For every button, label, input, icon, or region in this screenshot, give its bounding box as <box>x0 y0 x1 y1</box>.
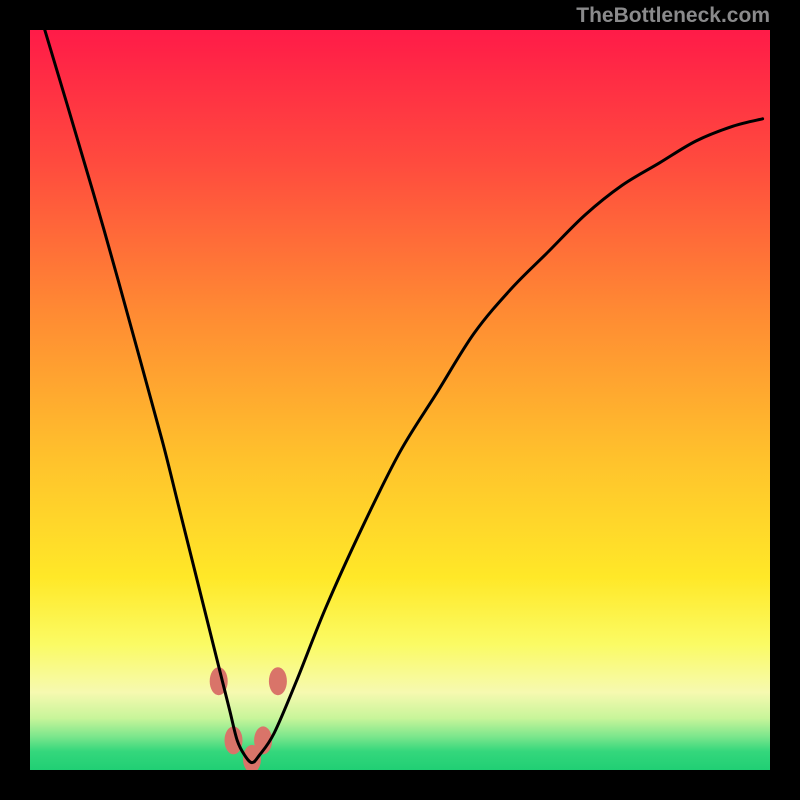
curve-marker <box>269 667 287 695</box>
curve-layer <box>30 30 770 770</box>
plot-area <box>30 30 770 770</box>
chart-canvas: TheBottleneck.com <box>0 0 800 800</box>
bottleneck-curve <box>45 30 763 763</box>
watermark-text: TheBottleneck.com <box>576 4 770 28</box>
